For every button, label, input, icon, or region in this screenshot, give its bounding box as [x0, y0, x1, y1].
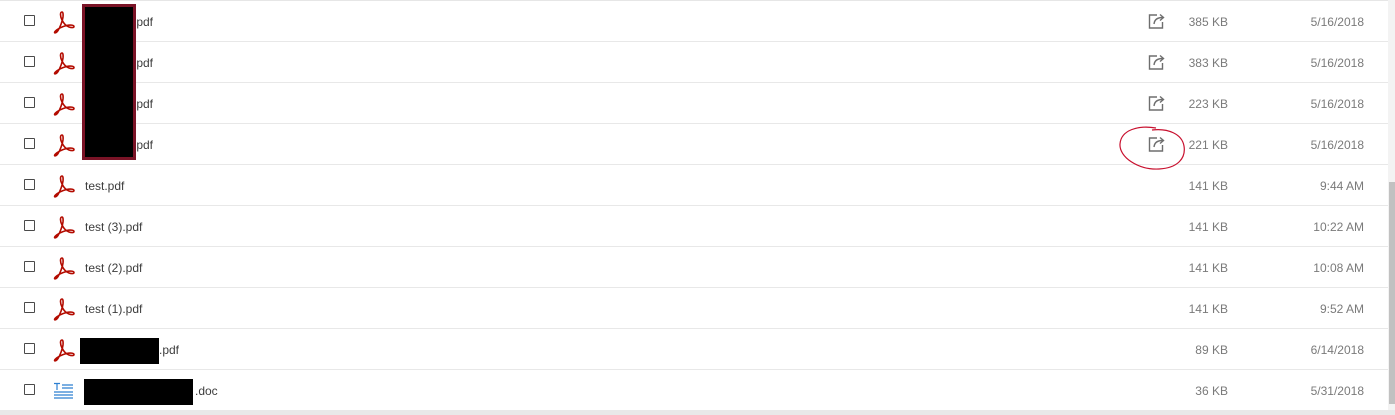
file-row[interactable]: test (2).pdf 141 KB 10:08 AM — [0, 247, 1388, 288]
acrobat-pdf-icon — [51, 338, 77, 362]
share-icon[interactable] — [1147, 94, 1167, 112]
file-name-text: .pdf — [133, 138, 154, 152]
file-row[interactable]: .pdf 383 KB 5/16/2018 — [0, 42, 1388, 83]
file-name-text: .pdf — [133, 15, 154, 29]
bottom-bar — [0, 410, 1395, 415]
file-date: 9:44 AM — [1319, 179, 1364, 193]
file-size: 89 KB — [1195, 343, 1228, 357]
file-date: 6/14/2018 — [1310, 343, 1364, 357]
scrollbar-thumb[interactable] — [1389, 182, 1395, 404]
file-row[interactable]: .doc 36 KB 5/31/2018 — [0, 370, 1388, 411]
file-size: 141 KB — [1188, 220, 1228, 234]
redaction-box — [84, 379, 193, 405]
checkbox-icon[interactable] — [24, 261, 35, 272]
file-row[interactable]: test (1).pdf 141 KB 9:52 AM — [0, 288, 1388, 329]
file-date: 5/16/2018 — [1310, 56, 1364, 70]
file-date: 10:08 AM — [1313, 261, 1364, 275]
file-date: 5/16/2018 — [1310, 15, 1364, 29]
checkbox-icon[interactable] — [24, 220, 35, 231]
file-row[interactable]: .pdf 385 KB 5/16/2018 — [0, 1, 1388, 42]
redaction-box — [82, 4, 136, 160]
acrobat-pdf-icon — [51, 256, 77, 280]
file-size: 385 KB — [1188, 15, 1228, 29]
file-name-text: .doc — [195, 384, 218, 398]
checkbox-icon[interactable] — [24, 138, 35, 149]
acrobat-pdf-icon — [51, 92, 77, 116]
checkbox-icon[interactable] — [24, 343, 35, 354]
file-browser: .pdf 385 KB 5/16/2018 .pdf 383 KB 5/16/2… — [0, 0, 1395, 415]
checkbox-icon[interactable] — [24, 302, 35, 313]
text-document-icon — [51, 379, 77, 403]
file-name[interactable]: test (3).pdf — [85, 219, 142, 235]
file-size: 221 KB — [1188, 138, 1228, 152]
checkbox-icon[interactable] — [24, 384, 35, 395]
file-name[interactable]: test (2).pdf — [85, 260, 142, 276]
file-name-text: .pdf — [133, 97, 154, 111]
file-name-text: .pdf — [159, 343, 180, 357]
checkbox-icon[interactable] — [24, 179, 35, 190]
file-date: 10:22 AM — [1313, 220, 1364, 234]
share-icon[interactable] — [1147, 135, 1167, 153]
checkbox-icon[interactable] — [24, 97, 35, 108]
file-size: 141 KB — [1188, 302, 1228, 316]
file-size: 36 KB — [1195, 384, 1228, 398]
file-name-text: .pdf — [133, 56, 154, 70]
file-date: 9:52 AM — [1319, 302, 1364, 316]
acrobat-pdf-icon — [51, 215, 77, 239]
file-row[interactable]: test (3).pdf 141 KB 10:22 AM — [0, 206, 1388, 247]
file-list: .pdf 385 KB 5/16/2018 .pdf 383 KB 5/16/2… — [0, 0, 1388, 411]
redaction-box — [80, 338, 159, 364]
acrobat-pdf-icon — [51, 51, 77, 75]
file-row[interactable]: .pdf 223 KB 5/16/2018 — [0, 83, 1388, 124]
share-icon[interactable] — [1147, 12, 1167, 30]
file-date: 5/16/2018 — [1310, 97, 1364, 111]
checkbox-icon[interactable] — [24, 56, 35, 67]
file-date: 5/16/2018 — [1310, 138, 1364, 152]
acrobat-pdf-icon — [51, 297, 77, 321]
file-name[interactable]: test.pdf — [85, 178, 124, 194]
file-row[interactable]: .pdf 89 KB 6/14/2018 — [0, 329, 1388, 370]
acrobat-pdf-icon — [51, 10, 77, 34]
file-row[interactable]: .pdf 221 KB 5/16/2018 — [0, 124, 1388, 165]
file-name[interactable]: test (1).pdf — [85, 301, 142, 317]
acrobat-pdf-icon — [51, 174, 77, 198]
file-size: 223 KB — [1188, 97, 1228, 111]
share-icon[interactable] — [1147, 53, 1167, 71]
checkbox-icon[interactable] — [24, 15, 35, 26]
acrobat-pdf-icon — [51, 133, 77, 157]
file-date: 5/31/2018 — [1310, 384, 1364, 398]
file-size: 383 KB — [1188, 56, 1228, 70]
file-row[interactable]: test.pdf 141 KB 9:44 AM — [0, 165, 1388, 206]
file-size: 141 KB — [1188, 179, 1228, 193]
file-size: 141 KB — [1188, 261, 1228, 275]
